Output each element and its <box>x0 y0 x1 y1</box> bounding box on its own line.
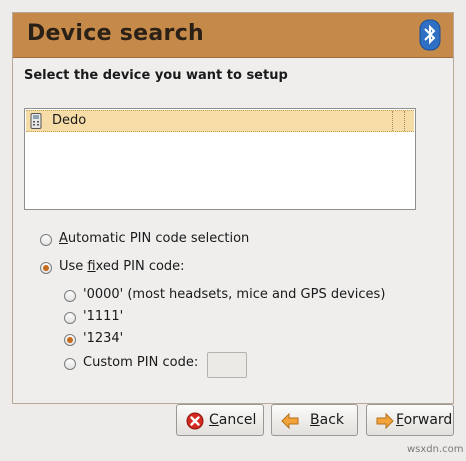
custom-pin-input[interactable] <box>207 352 247 378</box>
phone-icon <box>30 113 42 129</box>
back-label: Back <box>310 412 344 428</box>
watermark: wsxdn.com <box>407 444 464 455</box>
forward-arrow-icon <box>376 412 394 430</box>
back-arrow-icon <box>281 412 299 430</box>
page-header: Device search <box>13 13 453 58</box>
pin-1111-radio[interactable] <box>64 312 76 324</box>
back-button[interactable]: Back <box>271 404 358 436</box>
auto-pin-radio[interactable] <box>40 234 52 246</box>
auto-pin-label[interactable]: Automatic PIN code selection <box>59 231 249 246</box>
cancel-button[interactable]: Cancel <box>176 404 264 436</box>
custom-pin-label[interactable]: Custom PIN code: <box>83 355 198 370</box>
fixed-pin-label[interactable]: Use fixed PIN code: <box>59 259 185 274</box>
pin-0000-label[interactable]: '0000' (most headsets, mice and GPS devi… <box>83 287 385 302</box>
bluetooth-icon <box>419 19 441 51</box>
forward-button[interactable]: Forward <box>366 404 454 436</box>
pin-1234-radio[interactable] <box>64 334 76 346</box>
select-device-label: Select the device you want to setup <box>24 68 288 83</box>
cancel-icon <box>186 412 204 430</box>
page-title: Device search <box>27 21 204 46</box>
device-name: Dedo <box>52 113 87 128</box>
custom-pin-radio[interactable] <box>64 358 76 370</box>
pin-0000-radio[interactable] <box>64 290 76 302</box>
pin-1111-label[interactable]: '1111' <box>83 309 123 324</box>
fixed-pin-radio[interactable] <box>40 262 52 274</box>
device-list[interactable]: Dedo <box>24 108 416 210</box>
pin-1234-label[interactable]: '1234' <box>83 331 123 346</box>
cancel-label: Cancel <box>209 412 257 428</box>
column-separator <box>404 111 405 131</box>
device-row-dedo[interactable]: Dedo <box>26 110 414 132</box>
column-separator <box>392 111 393 131</box>
forward-label: Forward <box>396 412 453 428</box>
